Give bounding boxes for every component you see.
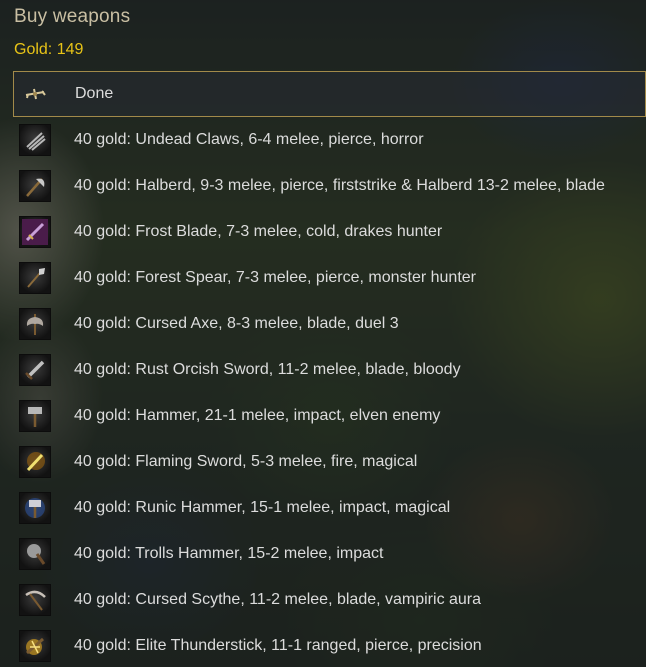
menu-item-label: 40 gold: Forest Spear, 7-3 melee, pierce… [74,269,476,286]
runic-hammer-icon [19,492,51,524]
thunderstick-icon [19,630,51,662]
menu-item-runic-hammer[interactable]: 40 gold: Runic Hammer, 15-1 melee, impac… [13,485,646,531]
menu-item-label: 40 gold: Undead Claws, 6-4 melee, pierce… [74,131,424,148]
claws-icon [19,124,51,156]
frost-blade-icon [19,216,51,248]
menu-item-elite-thunderstick[interactable]: 40 gold: Elite Thunderstick, 11-1 ranged… [13,623,646,667]
dialog-title: Buy weapons [14,6,131,27]
troll-hammer-icon [19,538,51,570]
menu-item-rust-orcish-sword[interactable]: 40 gold: Rust Orcish Sword, 11-2 melee, … [13,347,646,393]
menu-item-frost-blade[interactable]: 40 gold: Frost Blade, 7-3 melee, cold, d… [13,209,646,255]
flaming-sword-icon [19,446,51,478]
halberd-icon [19,170,51,202]
gold-amount: Gold: 149 [14,41,84,58]
menu-item-label: 40 gold: Frost Blade, 7-3 melee, cold, d… [74,223,443,240]
buy-weapons-dialog: Buy weapons Gold: 149 Done 40 gold: Unde… [0,0,646,667]
scythe-icon [19,584,51,616]
hammer-icon [19,400,51,432]
weapon-menu: Done 40 gold: Undead Claws, 6-4 melee, p… [13,71,646,667]
menu-item-label: 40 gold: Rust Orcish Sword, 11-2 melee, … [74,361,461,378]
menu-item-trolls-hammer[interactable]: 40 gold: Trolls Hammer, 15-2 melee, impa… [13,531,646,577]
axe-icon [19,308,51,340]
menu-item-cursed-axe[interactable]: 40 gold: Cursed Axe, 8-3 melee, blade, d… [13,301,646,347]
menu-item-hammer[interactable]: 40 gold: Hammer, 21-1 melee, impact, elv… [13,393,646,439]
menu-item-label: Done [75,85,114,102]
menu-item-label: 40 gold: Hammer, 21-1 melee, impact, elv… [74,407,441,424]
menu-item-label: 40 gold: Cursed Scythe, 11-2 melee, blad… [74,591,482,608]
spear-icon [19,262,51,294]
menu-item-forest-spear[interactable]: 40 gold: Forest Spear, 7-3 melee, pierce… [13,255,646,301]
done-crossbow-icon [20,79,52,111]
menu-item-done[interactable]: Done [13,71,646,117]
menu-item-cursed-scythe[interactable]: 40 gold: Cursed Scythe, 11-2 melee, blad… [13,577,646,623]
menu-item-label: 40 gold: Flaming Sword, 5-3 melee, fire,… [74,453,418,470]
menu-item-flaming-sword[interactable]: 40 gold: Flaming Sword, 5-3 melee, fire,… [13,439,646,485]
menu-item-undead-claws[interactable]: 40 gold: Undead Claws, 6-4 melee, pierce… [13,117,646,163]
menu-item-label: 40 gold: Trolls Hammer, 15-2 melee, impa… [74,545,384,562]
menu-item-label: 40 gold: Cursed Axe, 8-3 melee, blade, d… [74,315,399,332]
menu-item-label: 40 gold: Runic Hammer, 15-1 melee, impac… [74,499,451,516]
menu-item-label: 40 gold: Halberd, 9-3 melee, pierce, fir… [74,177,605,194]
menu-item-label: 40 gold: Elite Thunderstick, 11-1 ranged… [74,637,482,654]
sword-icon [19,354,51,386]
menu-item-halberd[interactable]: 40 gold: Halberd, 9-3 melee, pierce, fir… [13,163,646,209]
